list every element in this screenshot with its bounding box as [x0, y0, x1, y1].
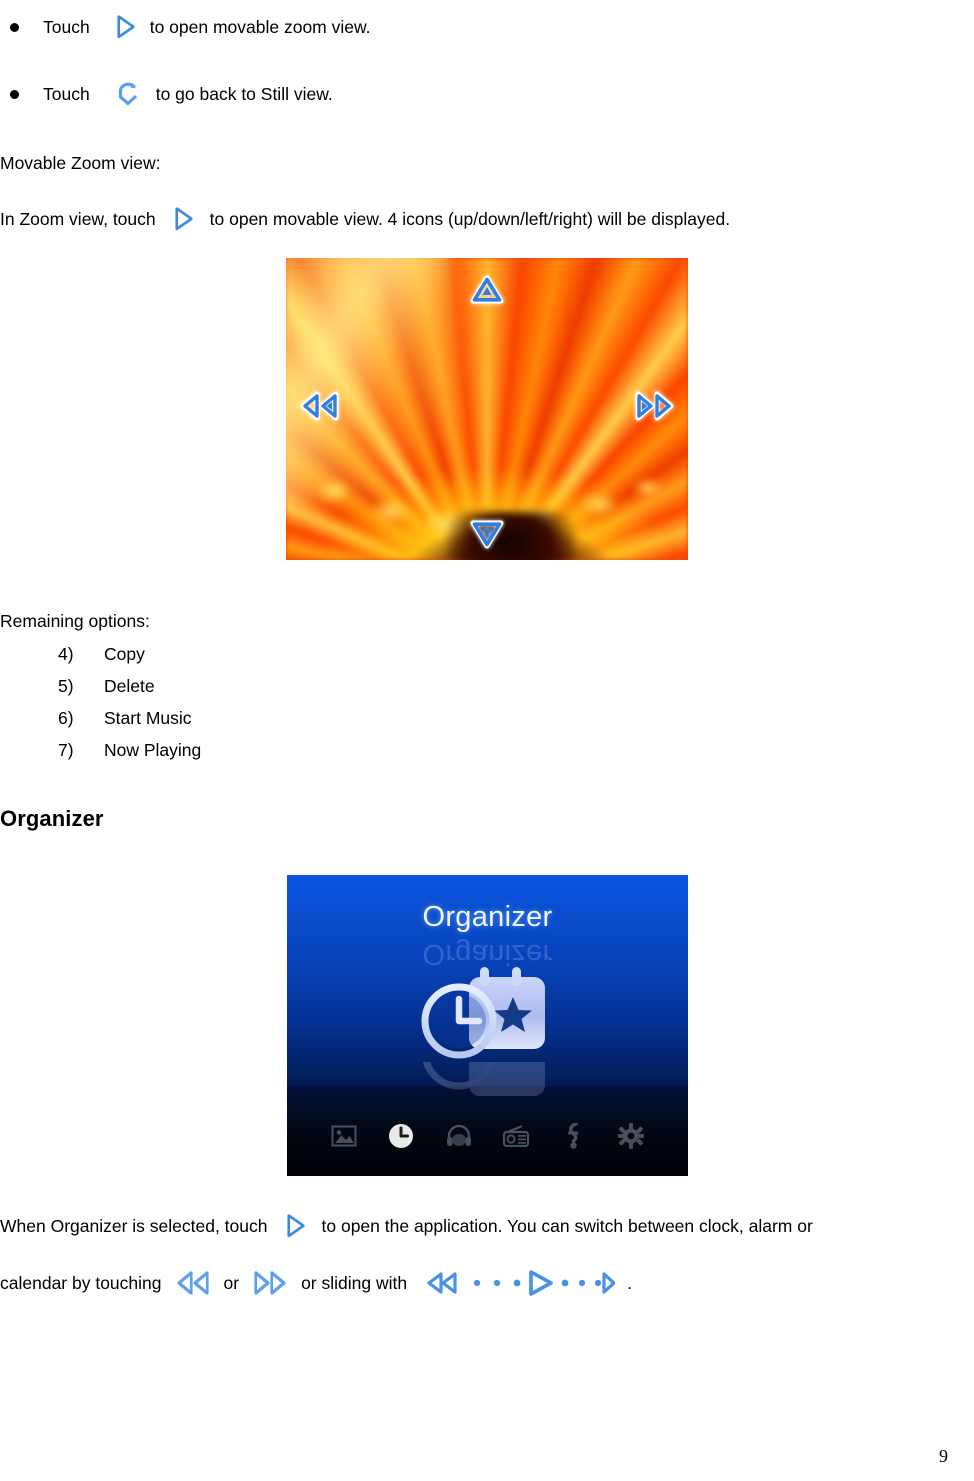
down-arrow-icon[interactable] — [470, 519, 504, 554]
list-item: 6) Start Music — [58, 702, 201, 734]
rewind-double-left-icon — [174, 1270, 212, 1296]
settings-gear-icon[interactable] — [616, 1121, 646, 1151]
list-item-number: 5) — [58, 675, 74, 696]
photo-icon[interactable] — [329, 1121, 359, 1151]
organizer-paragraph-part6: . — [627, 1272, 632, 1293]
up-arrow-icon[interactable] — [470, 275, 504, 310]
movable-zoom-heading: Movable Zoom view: — [0, 153, 161, 173]
organizer-screen-title: Organizer — [422, 900, 553, 933]
list-item-label: Copy — [104, 643, 145, 664]
list-item: 7) Now Playing — [58, 734, 201, 766]
organizer-screenshot: Organizer Organizer — [287, 875, 688, 1176]
list-item-label: Delete — [104, 675, 155, 696]
list-item-number: 6) — [58, 707, 74, 728]
clock-icon[interactable] — [386, 1121, 416, 1151]
movable-zoom-screenshot — [286, 258, 688, 560]
list-item-number: 4) — [58, 643, 74, 664]
bullet-lead-text: Touch — [43, 83, 90, 104]
radio-icon[interactable] — [501, 1121, 531, 1151]
bullet-marker — [10, 89, 19, 99]
bullet-tail-text: to go back to Still view. — [155, 83, 333, 104]
play-right-icon — [112, 14, 138, 40]
back-return-icon — [114, 80, 142, 108]
organizer-paragraph-line-2: calendar by touching or or sliding with — [0, 1268, 632, 1298]
list-item: 5) Delete — [58, 670, 201, 702]
list-item-number: 7) — [58, 739, 74, 760]
clock-calendar-icon — [417, 959, 559, 1065]
organizer-paragraph-part5: or sliding with — [301, 1272, 408, 1293]
bullet-marker — [10, 22, 19, 32]
organizer-paragraph-part4: or — [223, 1272, 240, 1293]
play-right-icon — [170, 206, 196, 232]
bullet-item-back-to-still: Touch to go back to Still view. — [0, 80, 333, 108]
organizer-paragraph-part2: to open the application. You can switch … — [321, 1215, 813, 1236]
list-item-label: Now Playing — [104, 739, 202, 760]
bullet-lead-text: Touch — [43, 16, 90, 37]
in-zoom-view-lead: In Zoom view, touch — [0, 208, 156, 229]
clock-calendar-icon-reflection — [417, 1061, 559, 1114]
left-arrow-icon[interactable] — [300, 391, 340, 426]
list-item: 4) Copy — [58, 638, 201, 670]
in-zoom-view-line: In Zoom view, touch to open movable view… — [0, 206, 730, 232]
flower-center — [446, 511, 576, 560]
remaining-options-list: 4) Copy 5) Delete 6) Start Music 7) Now … — [58, 638, 201, 766]
bullet-item-open-movable-zoom: Touch to open movable zoom view. — [0, 14, 371, 40]
organizer-nav-bar — [287, 1114, 688, 1158]
organizer-heading: Organizer — [0, 806, 104, 831]
in-zoom-view-tail: to open movable view. 4 icons (up/down/l… — [209, 208, 731, 229]
organizer-paragraph-line-1: When Organizer is selected, touch to ope… — [0, 1213, 813, 1239]
tools-icon[interactable] — [559, 1121, 589, 1151]
page-number: 9 — [939, 1446, 948, 1466]
right-arrow-icon[interactable] — [634, 391, 674, 426]
document-page: Touch to open movable zoom view. Touch t… — [0, 0, 974, 1481]
organizer-paragraph-part3: calendar by touching — [0, 1272, 162, 1293]
headphones-icon[interactable] — [444, 1121, 474, 1151]
remaining-options-heading: Remaining options: — [0, 611, 150, 631]
forward-double-right-icon — [251, 1270, 289, 1296]
bullet-tail-text: to open movable zoom view. — [149, 16, 371, 37]
slider-track-icon — [419, 1268, 616, 1298]
play-right-icon — [282, 1213, 308, 1239]
list-item-label: Start Music — [104, 707, 192, 728]
organizer-paragraph-part1: When Organizer is selected, touch — [0, 1215, 268, 1236]
